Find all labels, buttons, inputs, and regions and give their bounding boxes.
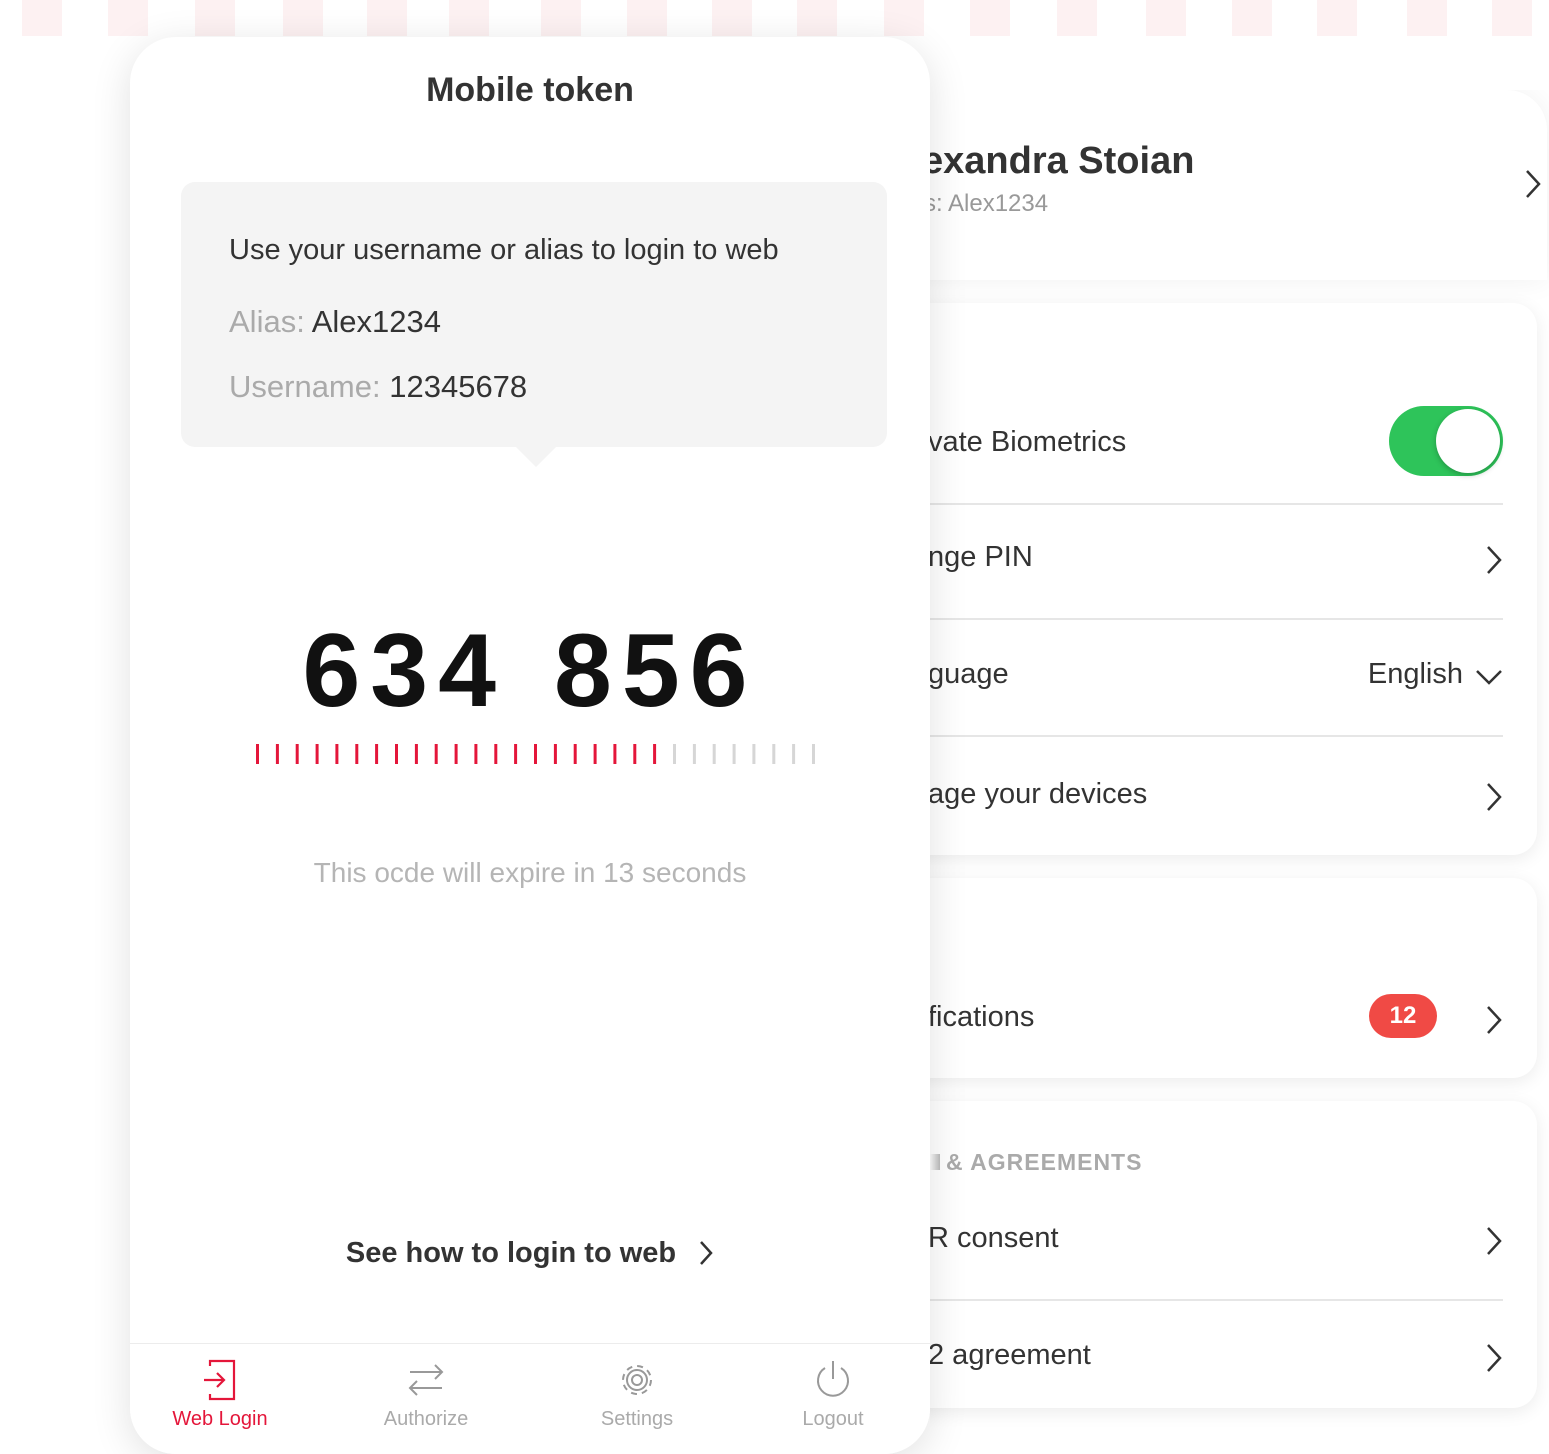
notifications-row[interactable]: fications 12 — [930, 963, 1503, 1078]
chevron-right-icon — [1487, 1227, 1502, 1255]
timer-tick-elapsed — [812, 744, 815, 764]
language-label: guage — [930, 658, 1009, 690]
timer-tick-remaining — [593, 744, 597, 764]
tab-label: Authorize — [383, 1408, 469, 1430]
arrows-swap-icon — [408, 1364, 444, 1396]
notifications-label: fications — [930, 1001, 1035, 1033]
timer-tick-elapsed — [692, 744, 696, 764]
timer-tick-remaining — [454, 744, 458, 764]
timer-tick-remaining — [514, 744, 518, 764]
biometrics-toggle[interactable] — [1389, 406, 1503, 476]
timer-tick-remaining — [613, 744, 617, 764]
security-settings-group: vate Biometrics nge PIN guage English ag… — [930, 303, 1537, 855]
timer-tick-remaining — [375, 744, 379, 764]
token-code-part-1: 634 — [302, 613, 506, 729]
chevron-right-icon — [1487, 546, 1502, 574]
timer-tick-remaining — [434, 744, 438, 764]
consent-label: R consent — [930, 1222, 1059, 1254]
profile-alias: s: Alex1234 — [930, 190, 1049, 217]
login-icon — [204, 1359, 236, 1401]
language-row[interactable]: guage English — [930, 620, 1503, 737]
power-icon — [817, 1361, 849, 1397]
timer-progress-bar — [256, 744, 815, 764]
username-line: Username: 12345678 — [229, 369, 527, 405]
tab-authorize[interactable]: Authorize — [346, 1358, 506, 1431]
change-pin-row[interactable]: nge PIN — [930, 503, 1503, 620]
notifications-group: fications 12 — [930, 878, 1537, 1078]
tab-web-login[interactable]: Web Login — [140, 1358, 300, 1431]
timer-tick-remaining — [414, 744, 418, 764]
timer-tick-elapsed — [732, 744, 736, 764]
timer-tick-remaining — [494, 744, 498, 764]
tab-label: Web Login — [172, 1408, 268, 1430]
settings-panel: exandra Stoian s: Alex1234 vate Biometri… — [930, 90, 1549, 1454]
login-info-heading: Use your username or alias to login to w… — [229, 234, 779, 266]
mobile-token-card: Mobile token Use your username or alias … — [130, 37, 930, 1454]
alias-value: Alex1234 — [311, 304, 441, 339]
agreements-group: & AGREEMENTS R consent 2 agreement — [930, 1101, 1537, 1408]
gear-icon — [622, 1365, 652, 1395]
timer-tick-remaining — [295, 744, 299, 764]
biometrics-label: vate Biometrics — [930, 426, 1127, 458]
timer-tick-elapsed — [792, 744, 796, 764]
language-value: English — [1367, 658, 1463, 690]
profile-card[interactable]: exandra Stoian s: Alex1234 — [930, 90, 1547, 280]
toggle-knob — [1436, 409, 1500, 473]
agreement-row[interactable]: 2 agreement — [930, 1301, 1503, 1416]
timer-tick-remaining — [275, 744, 279, 764]
chevron-right-icon — [1487, 1344, 1502, 1372]
see-how-to-login-link[interactable]: See how to login to web — [130, 1237, 930, 1270]
consent-row[interactable]: R consent — [930, 1184, 1503, 1301]
tab-settings[interactable]: Settings — [557, 1358, 717, 1431]
chevron-right-icon — [1487, 1006, 1502, 1034]
timer-tick-remaining — [256, 744, 259, 764]
see-how-to-login-label: See how to login to web — [345, 1237, 677, 1269]
tab-label: Settings — [600, 1408, 674, 1430]
timer-tick-remaining — [355, 744, 359, 764]
timer-tick-elapsed — [772, 744, 776, 764]
tab-label: Logout — [802, 1408, 864, 1430]
token-code-part-2: 856 — [554, 613, 758, 729]
notifications-badge: 12 — [1369, 994, 1437, 1038]
timer-tick-remaining — [553, 744, 557, 764]
tab-logout[interactable]: Logout — [753, 1358, 913, 1431]
expire-text: This ocde will expire in 13 seconds — [313, 857, 747, 888]
timer-tick-elapsed — [673, 744, 676, 764]
timer-tick-remaining — [315, 744, 319, 764]
login-info-box: Use your username or alias to login to w… — [181, 182, 887, 467]
timer-tick-remaining — [633, 744, 637, 764]
timer-tick-remaining — [395, 744, 398, 764]
bottom-tab-bar: Web Login Authorize Settings Logout — [130, 1343, 930, 1454]
username-value: 12345678 — [389, 369, 528, 404]
agreements-section-header: & AGREEMENTS — [930, 1149, 1142, 1176]
username-label: Username: — [229, 369, 381, 404]
token-code: 634 856 — [130, 612, 930, 731]
devices-row[interactable]: age your devices — [930, 740, 1503, 855]
timer-tick-elapsed — [712, 744, 716, 764]
devices-label: age your devices — [930, 778, 1148, 810]
page-title: Mobile token — [426, 71, 634, 109]
timer-tick-remaining — [534, 744, 537, 764]
chevron-right-icon — [1526, 170, 1541, 198]
tooltip-pointer — [516, 447, 556, 467]
profile-name: exandra Stoian — [930, 140, 1195, 182]
agreement-label: 2 agreement — [930, 1339, 1091, 1371]
change-pin-label: nge PIN — [930, 541, 1033, 573]
timer-tick-remaining — [474, 744, 478, 764]
biometrics-row[interactable]: vate Biometrics — [930, 388, 1503, 505]
chevron-down-icon — [1476, 670, 1502, 685]
top-decorative-stripe — [0, 0, 1549, 36]
timer-tick-elapsed — [752, 744, 756, 764]
chevron-right-icon — [1487, 783, 1502, 811]
chevron-right-icon — [700, 1241, 713, 1265]
alias-line: Alias: Alex1234 — [229, 304, 441, 340]
timer-tick-remaining — [653, 744, 657, 764]
timer-tick-remaining — [573, 744, 577, 764]
timer-tick-remaining — [335, 744, 339, 764]
alias-label: Alias: — [229, 304, 305, 339]
